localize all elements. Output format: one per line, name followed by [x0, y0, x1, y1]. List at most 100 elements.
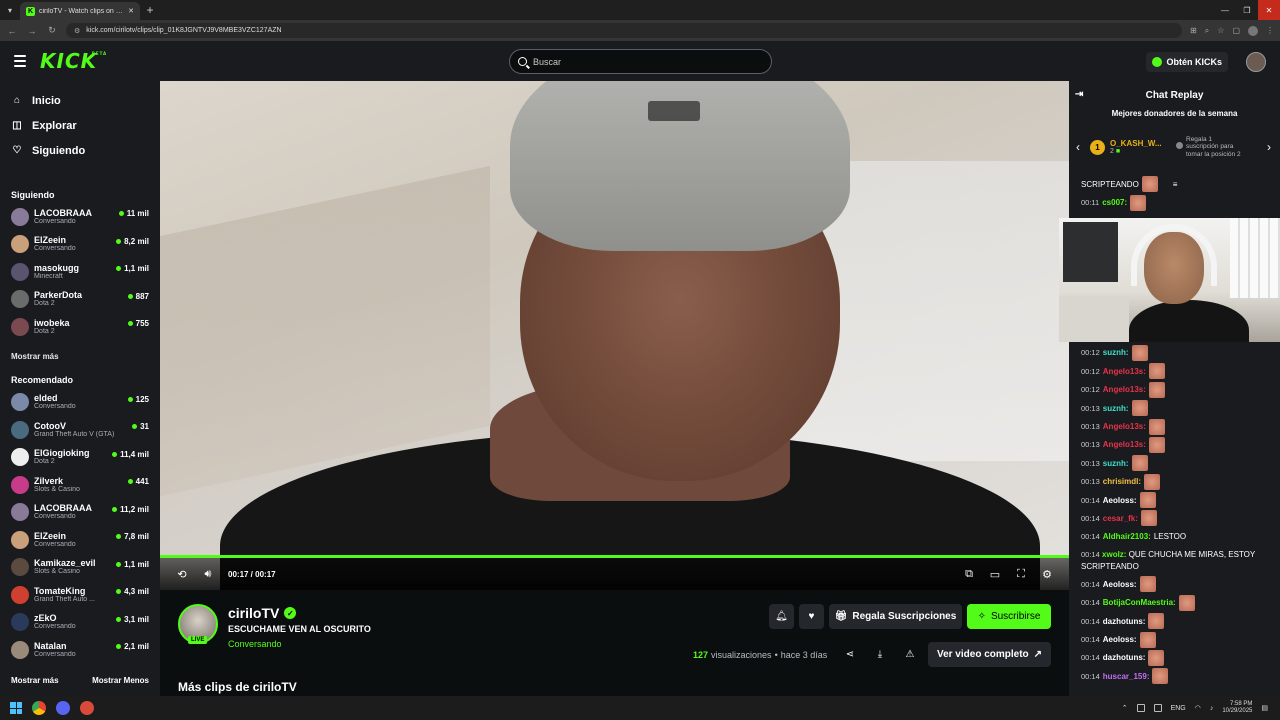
- chat-username[interactable]: huscar_159:: [1103, 672, 1150, 681]
- donor-count: 2 ■: [1110, 148, 1170, 155]
- tray-network-icon[interactable]: [1153, 704, 1162, 712]
- scroll-lock-icon[interactable]: ≡: [1173, 180, 1178, 189]
- chevron-right-icon[interactable]: ›: [1260, 140, 1278, 154]
- donor-cta[interactable]: Regala 1 suscripción para tomar la posic…: [1176, 136, 1246, 158]
- tab-search-icon[interactable]: ▾: [0, 0, 20, 20]
- streamer-name[interactable]: ciriloTV: [228, 605, 279, 621]
- recommended-show-more[interactable]: Mostrar más: [11, 671, 59, 691]
- windows-start-icon[interactable]: [10, 702, 22, 714]
- chat-username[interactable]: cesar_fk:: [1103, 514, 1138, 523]
- tray-chevron-icon[interactable]: ⌃: [1122, 704, 1128, 712]
- chat-username[interactable]: Aeoloss:: [1103, 496, 1137, 505]
- chat-username[interactable]: suznh:: [1103, 404, 1129, 413]
- app-taskbar-icon[interactable]: [80, 701, 94, 715]
- chat-username[interactable]: Aeoloss:: [1103, 635, 1137, 644]
- menu-icon[interactable]: [14, 55, 26, 67]
- reload-icon[interactable]: ↻: [46, 25, 58, 36]
- chrome-taskbar-icon[interactable]: [32, 701, 46, 715]
- chat-username[interactable]: Angelo13s:: [1103, 440, 1146, 449]
- volume-icon[interactable]: 🔊︎: [202, 568, 214, 581]
- channel-item[interactable]: ElZeein Conversando 8,2 mil: [0, 231, 160, 259]
- collapse-chat-icon[interactable]: ⇥: [1075, 89, 1083, 100]
- subscribe-button[interactable]: ✧ Suscribirse: [967, 604, 1051, 629]
- chat-username[interactable]: cs007:: [1102, 198, 1127, 207]
- browser-tab[interactable]: K ciriloTV - Watch clips on Ki... ✕: [20, 2, 140, 20]
- browser-menu-icon[interactable]: ⋮: [1266, 26, 1274, 35]
- settings-icon[interactable]: ⚙: [1041, 568, 1053, 581]
- chat-username[interactable]: chrisimdl:: [1103, 477, 1141, 486]
- fullscreen-icon[interactable]: ⛶: [1015, 568, 1027, 581]
- maximize-icon[interactable]: ❐: [1236, 0, 1258, 20]
- chat-username[interactable]: Angelo13s:: [1103, 367, 1146, 376]
- url-field[interactable]: ⚙ kick.com/cirilotv/clips/clip_01K8JGNTV…: [66, 23, 1183, 38]
- channel-item[interactable]: Natalan Conversando 2,1 mil: [0, 636, 160, 664]
- bookmark-star-icon[interactable]: ☆: [1217, 26, 1224, 35]
- forward-icon[interactable]: →: [26, 26, 38, 36]
- sidebar-nav-siguiendo[interactable]: ♡ Siguiendo: [0, 138, 160, 163]
- chat-username[interactable]: Angelo13s:: [1103, 422, 1146, 431]
- notifications-button[interactable]: 🔔︎: [769, 604, 794, 629]
- translate-icon[interactable]: ⊞: [1190, 26, 1197, 35]
- channel-item[interactable]: ElZeein Conversando 7,8 mil: [0, 526, 160, 554]
- channel-item[interactable]: TomateKing Grand Theft Auto ... 4,3 mil: [0, 581, 160, 609]
- tab-close-icon[interactable]: ✕: [128, 7, 134, 15]
- channel-item[interactable]: CotooV Grand Theft Auto V (GTA) 31: [0, 416, 160, 444]
- channel-item[interactable]: LACOBRAAA Conversando 11 mil: [0, 203, 160, 231]
- zoom-icon[interactable]: ⌕: [1205, 26, 1209, 36]
- channel-item[interactable]: LACOBRAAA Conversando 11,2 mil: [0, 499, 160, 527]
- channel-item[interactable]: Kamikaze_evil Slots & Casino 1,1 mil: [0, 554, 160, 582]
- chat-username[interactable]: suznh:: [1103, 348, 1129, 357]
- tray-app-icon[interactable]: [1136, 704, 1145, 712]
- chat-username[interactable]: Aldhair2103:: [1103, 532, 1151, 541]
- channel-item[interactable]: ElGiogioking Dota 2 11,4 mil: [0, 444, 160, 472]
- clock[interactable]: 7:58 PM 10/29/2025: [1222, 701, 1252, 714]
- video-player[interactable]: ⟲ 🔊︎ 00:17 / 00:17 ⧉ ▭ ⛶ ⚙: [160, 81, 1069, 590]
- follow-button[interactable]: ♥: [799, 604, 824, 629]
- channel-item[interactable]: iwobeka Dota 2 755: [0, 313, 160, 341]
- recommended-show-less[interactable]: Mostrar Menos: [92, 671, 149, 691]
- channel-item[interactable]: masokugg Minecraft 1,1 mil: [0, 258, 160, 286]
- top-donor[interactable]: O_KASH_W... 2 ■: [1110, 139, 1170, 155]
- chat-username[interactable]: dazhotuns:: [1103, 617, 1146, 626]
- full-video-button[interactable]: Ver video completo ↗: [928, 642, 1051, 667]
- profile-avatar[interactable]: [1248, 25, 1258, 36]
- kick-logo[interactable]: KICK BETA: [40, 49, 106, 73]
- volume-tray-icon[interactable]: ♪: [1210, 705, 1214, 712]
- chevron-left-icon[interactable]: ‹: [1069, 140, 1087, 154]
- get-kicks-button[interactable]: Obtén KICKs: [1146, 52, 1228, 72]
- discord-taskbar-icon[interactable]: [56, 701, 70, 715]
- close-window-icon[interactable]: ✕: [1258, 0, 1280, 20]
- site-info-icon[interactable]: ⚙: [74, 27, 80, 35]
- clip-category[interactable]: Conversando: [228, 639, 282, 649]
- channel-item[interactable]: ParkerDota Dota 2 887: [0, 286, 160, 314]
- extensions-icon[interactable]: ▢: [1232, 26, 1240, 35]
- chat-username[interactable]: suznh:: [1103, 459, 1129, 468]
- search-input[interactable]: [533, 56, 771, 67]
- search-box[interactable]: [509, 49, 772, 74]
- download-button[interactable]: ⤓: [870, 642, 890, 667]
- following-show-more[interactable]: Mostrar más: [0, 347, 160, 367]
- sidebar-nav-inicio[interactable]: ⌂ Inicio: [0, 88, 160, 113]
- minimize-icon[interactable]: —: [1214, 0, 1236, 20]
- notifications-tray-icon[interactable]: ▤: [1261, 704, 1268, 712]
- channel-item[interactable]: elded Conversando 125: [0, 389, 160, 417]
- new-tab-button[interactable]: +: [140, 3, 160, 17]
- chat-username[interactable]: Angelo13s:: [1103, 385, 1146, 394]
- channel-item[interactable]: Zilverk Slots & Casino 441: [0, 471, 160, 499]
- share-button[interactable]: ⋖: [840, 642, 860, 667]
- report-button[interactable]: ⚠: [900, 642, 920, 667]
- chat-username[interactable]: BotijaConMaestria:: [1103, 598, 1176, 607]
- lang-indicator[interactable]: ENG: [1171, 705, 1186, 712]
- user-avatar[interactable]: [1246, 52, 1266, 72]
- theater-mode-icon[interactable]: ▭: [989, 568, 1001, 581]
- sidebar-nav-explorar[interactable]: ◫ Explorar: [0, 113, 160, 138]
- gift-subs-button[interactable]: 🎁︎ Regala Suscripciones: [829, 604, 962, 629]
- replay-icon[interactable]: ⟲: [176, 568, 188, 581]
- wifi-icon[interactable]: ◠: [1195, 704, 1201, 712]
- miniplayer-icon[interactable]: ⧉: [963, 568, 975, 581]
- channel-item[interactable]: zEkO Conversando 3,1 mil: [0, 609, 160, 637]
- chat-username[interactable]: xwolz:: [1102, 550, 1126, 559]
- back-icon[interactable]: ←: [6, 26, 18, 36]
- chat-username[interactable]: dazhotuns:: [1103, 653, 1146, 662]
- chat-username[interactable]: Aeoloss:: [1103, 580, 1137, 589]
